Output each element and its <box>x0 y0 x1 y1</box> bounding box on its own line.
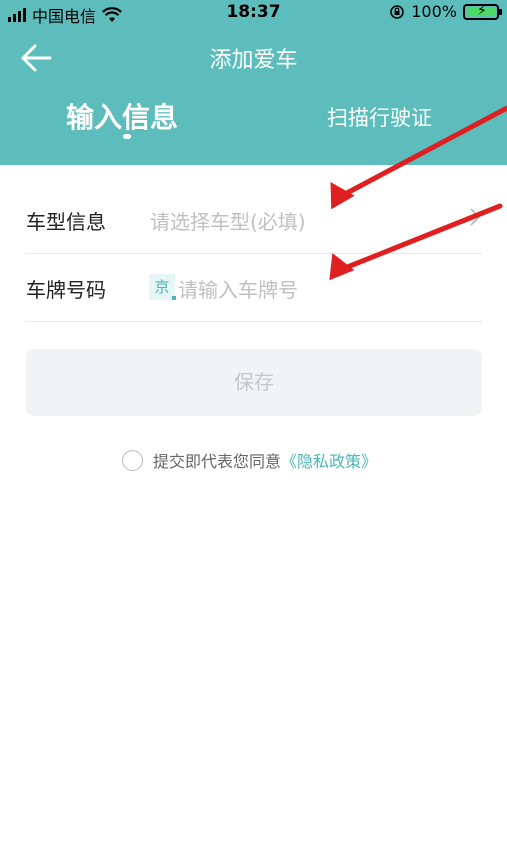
status-right: 100% ⚡ <box>389 2 502 21</box>
agreement-text: 提交即代表您同意 <box>153 452 282 471</box>
plate-number-label: 车牌号码 <box>26 278 106 302</box>
car-model-label: 车型信息 <box>26 210 106 234</box>
active-tab-indicator <box>123 134 131 139</box>
privacy-agreement: 提交即代表您同意《隐私政策》 <box>122 448 377 472</box>
tab-scan-license[interactable]: 扫描行驶证 <box>327 102 432 132</box>
save-button[interactable]: 保存 <box>26 349 482 416</box>
header: 中国电信 18:37 100% ⚡ 添加爱车 输入信息 扫描行驶证 <box>0 0 507 165</box>
tab-input-info[interactable]: 输入信息 <box>66 96 178 136</box>
car-model-select[interactable]: 请选择车型(必填) <box>150 206 306 235</box>
agree-checkbox[interactable] <box>122 449 143 471</box>
plate-number-input[interactable]: 请输入车牌号 <box>178 274 298 303</box>
status-bar: 中国电信 18:37 100% ⚡ <box>0 0 507 26</box>
privacy-policy-link[interactable]: 《隐私政策》 <box>281 452 377 471</box>
add-car-page: 中国电信 18:37 100% ⚡ 添加爱车 输入信息 扫描行驶证 车型信息 请… <box>0 0 507 843</box>
orientation-lock-icon <box>390 4 405 19</box>
car-model-row[interactable]: 车型信息 请选择车型(必填) <box>26 186 482 254</box>
prefix-dropdown-marker <box>172 296 176 300</box>
plate-number-row: 车牌号码 京 请输入车牌号 <box>26 254 482 322</box>
page-title: 添加爱车 <box>209 48 298 73</box>
battery-icon: ⚡ <box>463 3 502 20</box>
battery-percent: 100% <box>411 2 457 21</box>
chevron-right-icon <box>470 208 480 226</box>
